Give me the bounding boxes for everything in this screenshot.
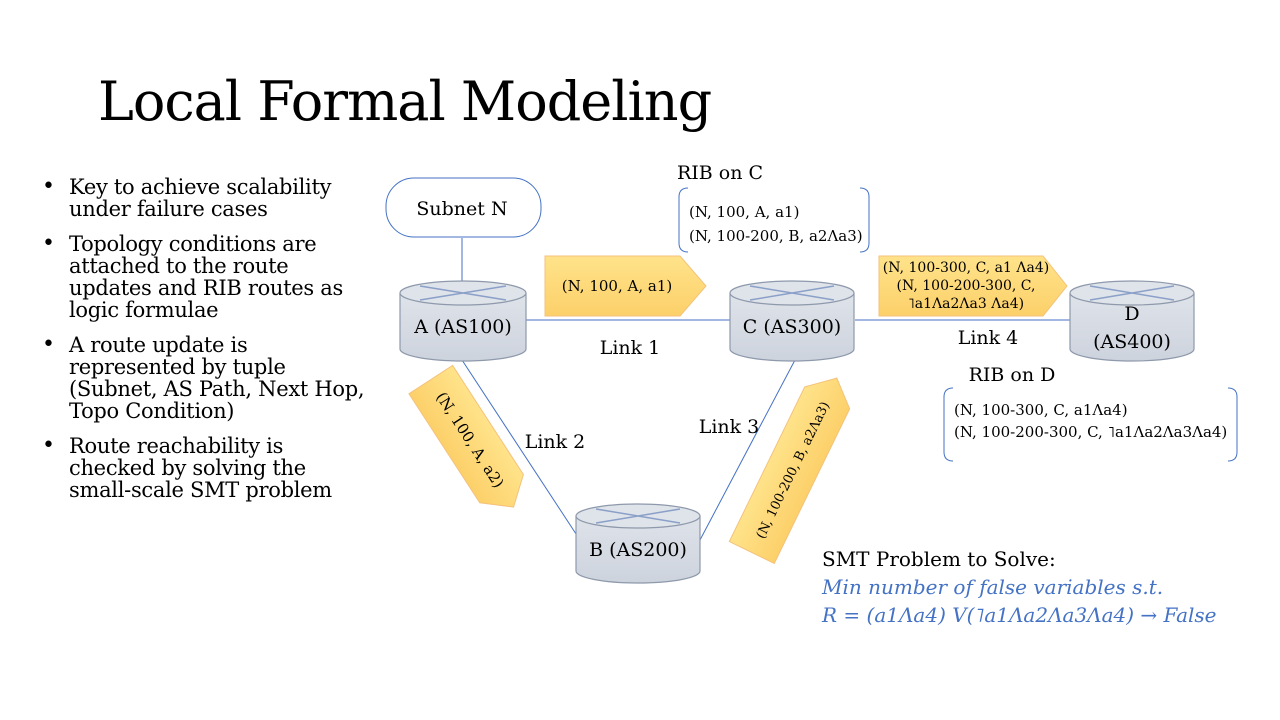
- smt-line-2: R = (a1Λa4) V(˥a1Λa2Λa3Λa4) → False: [822, 603, 1217, 627]
- smt-title: SMT Problem to Solve:: [822, 547, 1056, 571]
- rib-c: RIB on C (N, 100, A, a1) (N, 100-200, B,…: [677, 162, 870, 253]
- rib-c-title: RIB on C: [677, 162, 763, 184]
- rib-c-line1: (N, 100, A, a1): [689, 203, 799, 221]
- router-d-label-line2: (AS400): [1093, 331, 1171, 353]
- link-2-label: Link 2: [525, 431, 586, 453]
- update-tag-a-to-c: (N, 100, A, a1): [544, 255, 707, 317]
- link-1-label: Link 1: [600, 337, 661, 359]
- router-c: C (AS300): [729, 280, 855, 362]
- update-a-to-c-text: (N, 100, A, a1): [562, 277, 672, 295]
- router-c-label: C (AS300): [743, 316, 841, 338]
- smt-problem: SMT Problem to Solve: Min number of fals…: [822, 545, 1216, 629]
- update-c-to-d-line2: (N, 100-200-300, C,: [897, 278, 1036, 294]
- smt-line-1: Min number of false variables s.t.: [822, 575, 1164, 599]
- link-3-label: Link 3: [699, 416, 760, 438]
- update-c-to-d-line1: (N, 100-300, C, a1 Λa4): [883, 260, 1049, 276]
- subnet-label: Subnet N: [416, 198, 507, 220]
- link-4-label: Link 4: [958, 327, 1019, 349]
- subnet-node: Subnet N: [385, 177, 542, 238]
- rib-d-bracket-left: [943, 387, 954, 462]
- rib-c-bracket-left: [678, 187, 689, 253]
- rib-d: RIB on D (N, 100-300, C, a1Λa4) (N, 100-…: [943, 364, 1238, 462]
- router-a: A (AS100): [399, 280, 527, 362]
- update-c-to-d-line3: ˥a1Λa2Λa3 Λa4): [908, 296, 1024, 312]
- router-b-label: B (AS200): [589, 539, 687, 561]
- rib-d-line2: (N, 100-200-300, C, ˥a1Λa2Λa3Λa4): [954, 423, 1227, 441]
- update-tag-c-to-d: (N, 100-300, C, a1 Λa4) (N, 100-200-300,…: [878, 255, 1068, 317]
- update-tag-b-to-c: (N, 100-200, B, a2Λa3): [728, 377, 851, 565]
- rib-d-bracket-right: [1227, 387, 1238, 462]
- rib-c-line2: (N, 100-200, B, a2Λa3): [689, 227, 863, 245]
- router-a-label: A (AS100): [413, 316, 512, 338]
- router-d-label-line1: D: [1124, 303, 1139, 325]
- router-b: B (AS200): [575, 503, 701, 584]
- rib-d-line1: (N, 100-300, C, a1Λa4): [954, 401, 1128, 419]
- router-d: D (AS400): [1069, 280, 1195, 362]
- rib-d-title: RIB on D: [969, 364, 1056, 386]
